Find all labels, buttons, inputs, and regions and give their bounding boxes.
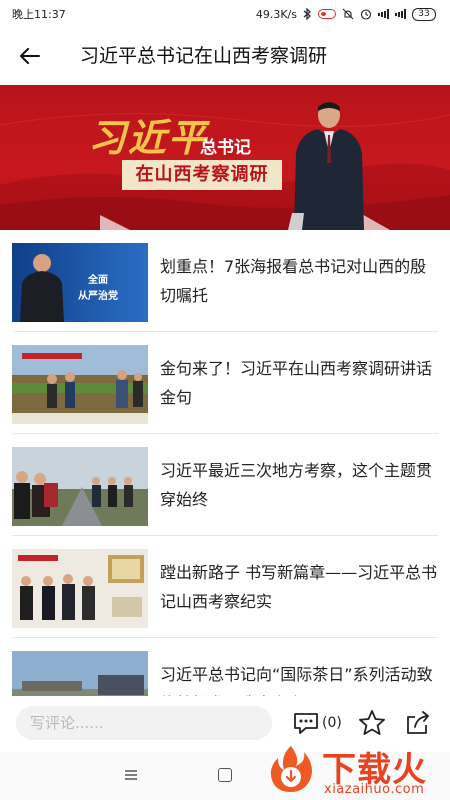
arrow-left-icon xyxy=(20,48,40,64)
signal-icon xyxy=(378,9,389,19)
list-item[interactable]: 金句来了！习近平在山西考察调研讲话金句 xyxy=(12,332,438,434)
article-thumbnail xyxy=(12,549,148,628)
article-title: 划重点！7张海报看总书记对山西的殷切嘱托 xyxy=(160,257,427,305)
article-title: 蹚出新路子 书写新篇章——习近平总书记山西考察纪实 xyxy=(160,563,438,611)
comment-icon xyxy=(294,713,318,734)
comment-input[interactable] xyxy=(16,706,272,740)
banner-suffix: 总书记 xyxy=(200,138,251,158)
article-title: 金句来了！习近平在山西考察调研讲话金句 xyxy=(160,359,433,407)
star-icon[interactable] xyxy=(358,709,386,737)
comments-button[interactable]: (0) xyxy=(292,710,342,736)
article-title: 习近平最近三次地方考察，这个主题贯穿始终 xyxy=(160,461,433,509)
signal-icon-2 xyxy=(395,9,406,19)
page-title: 习近平总书记在山西考察调研 xyxy=(80,45,328,67)
watermark: 下载火 xiazaihuo.com xyxy=(266,740,450,800)
home-icon[interactable] xyxy=(218,768,232,782)
comment-count: (0) xyxy=(322,715,342,731)
status-time: 晚上11:37 xyxy=(12,8,66,21)
back-button[interactable] xyxy=(12,40,48,72)
article-title: 习近平总书记向“国际茶日”系列活动致信就新发展我省六上下 xyxy=(160,665,433,700)
bluetooth-icon xyxy=(303,8,312,20)
topic-banner: 习近平 总书记 在山西考察调研 xyxy=(0,85,450,230)
share-icon[interactable] xyxy=(404,709,432,737)
article-thumbnail xyxy=(12,651,148,700)
banner-name: 习近平 xyxy=(88,115,209,160)
list-item[interactable]: 蹚出新路子 书写新篇章——习近平总书记山西考察纪实 xyxy=(12,536,438,638)
svg-text:全面: 全面 xyxy=(87,273,108,286)
list-item[interactable]: 习近平总书记向“国际茶日”系列活动致信就新发展我省六上下 xyxy=(12,638,438,700)
article-thumbnail xyxy=(12,345,148,424)
list-item[interactable]: 全面 从严治党 划重点！7张海报看总书记对山西的殷切嘱托 xyxy=(12,230,438,332)
status-icons: 49.3K/s 33 xyxy=(255,7,436,21)
flame-logo-icon xyxy=(270,746,312,792)
banner-subtitle: 在山西考察调研 xyxy=(122,160,282,190)
menu-icon[interactable] xyxy=(124,769,138,781)
list-item[interactable]: 习近平最近三次地方考察，这个主题贯穿始终 xyxy=(12,434,438,536)
article-thumbnail: 全面 从严治党 xyxy=(12,243,148,322)
battery-icon: 33 xyxy=(412,7,436,21)
top-bar: 习近平总书记在山西考察调研 xyxy=(0,28,450,84)
watermark-domain: xiazaihuo.com xyxy=(324,782,425,797)
alarm-icon xyxy=(360,8,372,20)
article-list: 全面 从严治党 划重点！7张海报看总书记对山西的殷切嘱托 金句来了！习近平在山西… xyxy=(0,230,450,700)
mute-icon xyxy=(342,8,354,20)
person-photo xyxy=(288,102,364,230)
article-thumbnail xyxy=(12,447,148,526)
data-saver-icon xyxy=(318,9,336,19)
net-speed: 49.3K/s xyxy=(255,7,297,21)
status-bar: 晚上11:37 49.3K/s 33 xyxy=(0,0,450,28)
svg-text:从严治党: 从严治党 xyxy=(78,289,118,302)
